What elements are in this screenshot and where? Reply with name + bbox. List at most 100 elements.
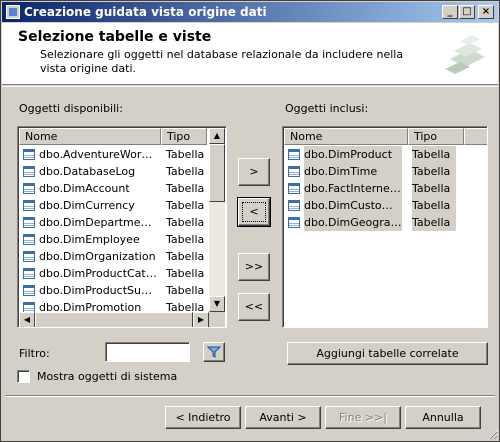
page-title: Selezione tabelle e viste <box>18 29 212 45</box>
filter-input[interactable] <box>105 342 190 362</box>
resize-grip-icon[interactable] <box>486 428 498 440</box>
item-name: dbo.DimTime <box>304 163 402 180</box>
add-related-tables-button[interactable]: Aggiungi tabelle correlate <box>287 342 488 365</box>
table-icon <box>23 285 35 296</box>
item-name: dbo.FactInternet... <box>304 180 402 197</box>
table-icon <box>23 200 35 211</box>
show-system-objects-label: Mostra oggetti di sistema <box>37 370 178 383</box>
remove-all-button[interactable]: << <box>238 293 270 321</box>
item-name: dbo.DimProductSubca... <box>39 284 157 297</box>
included-col-type[interactable]: Tipo <box>408 128 464 145</box>
item-name: dbo.DimDepartmentGr... <box>39 216 157 229</box>
add-all-button[interactable]: >> <box>238 253 270 281</box>
scroll-right-button[interactable]: ▶ <box>193 312 209 327</box>
item-name: dbo.DimCurrency <box>39 199 135 212</box>
available-col-type[interactable]: Tipo <box>161 128 207 145</box>
table-icon <box>23 183 35 194</box>
item-type: Tabella <box>166 199 205 212</box>
table-icon <box>288 166 300 177</box>
table-icon <box>23 251 35 262</box>
item-name: dbo.DimOrganization <box>39 250 156 263</box>
list-item[interactable]: dbo.DimDepartmentGr... Tabella <box>19 214 226 231</box>
list-item[interactable]: dbo.DimCustomer Tabella <box>284 197 472 214</box>
table-icon <box>288 149 300 160</box>
included-objects-list[interactable]: Nome Tipo dbo.DimProduct Tabella dbo.DimTi… <box>282 126 488 328</box>
list-item[interactable]: dbo.DimTime Tabella <box>284 163 472 180</box>
item-type: Tabella <box>166 165 205 178</box>
item-name: dbo.DatabaseLog <box>39 165 136 178</box>
show-system-objects-checkbox[interactable] <box>17 370 30 383</box>
item-name: dbo.DimGeography <box>304 214 402 231</box>
item-name: dbo.DimAccount <box>39 182 130 195</box>
cancel-button[interactable]: Annulla <box>405 406 481 429</box>
list-item[interactable]: dbo.DimProductSubca... Tabella <box>19 282 226 299</box>
item-type: Tabella <box>412 180 457 197</box>
item-name: dbo.DimProductCateg... <box>39 267 157 280</box>
filter-button[interactable] <box>203 342 225 362</box>
item-type: Tabella <box>166 148 205 161</box>
next-button[interactable]: Avanti > <box>245 406 321 429</box>
included-objects-label: Oggetti inclusi: <box>285 102 369 115</box>
table-icon <box>23 268 35 279</box>
table-icon <box>288 217 300 228</box>
filter-icon <box>207 346 221 358</box>
list-item[interactable]: dbo.DimEmployee Tabella <box>19 231 226 248</box>
scroll-up-button[interactable]: ▲ <box>209 128 225 144</box>
table-icon <box>23 166 35 177</box>
scroll-thumb[interactable] <box>209 144 225 202</box>
app-icon <box>6 5 20 19</box>
back-button[interactable]: < Indietro <box>165 406 241 429</box>
scroll-left-button[interactable]: ◀ <box>19 312 35 327</box>
wizard-window: Creazione guidata vista origine dati _ □… <box>0 0 500 442</box>
item-type: Tabella <box>166 284 205 297</box>
table-icon <box>288 200 300 211</box>
scroll-corner <box>209 312 225 327</box>
list-item[interactable]: dbo.FactInternet... Tabella <box>284 180 472 197</box>
list-item[interactable]: dbo.DimProduct Tabella <box>284 146 472 163</box>
available-vertical-scrollbar[interactable]: ▲ ▼ <box>209 128 225 312</box>
included-col-name[interactable]: Nome <box>284 128 408 145</box>
available-objects-list[interactable]: Nome Tipo dbo.AdventureWorks... Tabella db… <box>17 126 227 328</box>
table-icon <box>23 149 35 160</box>
add-object-button[interactable]: > <box>238 158 270 186</box>
item-type: Tabella <box>412 163 457 180</box>
window-title: Creazione guidata vista origine dati <box>24 5 267 19</box>
available-objects-label: Oggetti disponibili: <box>19 102 123 115</box>
page-description: Selezionare gli oggetti nel database rel… <box>40 48 404 75</box>
wizard-logo-icon <box>445 35 485 74</box>
included-col-filler <box>464 128 487 145</box>
item-type: Tabella <box>166 182 205 195</box>
list-item[interactable]: dbo.DimOrganization Tabella <box>19 248 226 265</box>
item-name: dbo.AdventureWorks... <box>39 148 157 161</box>
minimize-button[interactable]: _ <box>442 5 458 19</box>
list-item[interactable]: dbo.DimAccount Tabella <box>19 180 226 197</box>
finish-button[interactable]: Fine >>| <box>325 406 401 429</box>
item-name: dbo.DimEmployee <box>39 233 140 246</box>
item-type: Tabella <box>412 197 457 214</box>
table-icon <box>288 183 300 194</box>
close-button[interactable]: × <box>478 5 494 19</box>
title-bar[interactable]: Creazione guidata vista origine dati _ □… <box>2 2 498 22</box>
filter-label: Filtro: <box>19 347 50 360</box>
table-icon <box>23 217 35 228</box>
item-name: dbo.DimCustomer <box>304 197 402 214</box>
item-type: Tabella <box>166 216 205 229</box>
list-item[interactable]: dbo.DatabaseLog Tabella <box>19 163 226 180</box>
header-separator <box>2 86 498 87</box>
item-type: Tabella <box>166 267 205 280</box>
item-type: Tabella <box>166 250 205 263</box>
available-col-name[interactable]: Nome <box>19 128 161 145</box>
list-item[interactable]: dbo.AdventureWorks... Tabella <box>19 146 226 163</box>
list-item[interactable]: dbo.DimProductCateg... Tabella <box>19 265 226 282</box>
hscroll-thumb[interactable] <box>35 312 193 327</box>
item-name: dbo.DimProduct <box>304 146 402 163</box>
scroll-down-button[interactable]: ▼ <box>209 296 225 312</box>
wizard-header: Selezione tabelle e viste Selezionare gl… <box>2 23 498 85</box>
remove-object-button[interactable]: < <box>237 197 271 227</box>
maximize-button[interactable]: □ <box>459 5 475 19</box>
available-horizontal-scrollbar[interactable]: ◀ ▶ <box>19 312 209 327</box>
item-type: Tabella <box>166 233 205 246</box>
footer-separator <box>5 395 495 397</box>
list-item[interactable]: dbo.DimGeography Tabella <box>284 214 472 231</box>
list-item[interactable]: dbo.DimCurrency Tabella <box>19 197 226 214</box>
